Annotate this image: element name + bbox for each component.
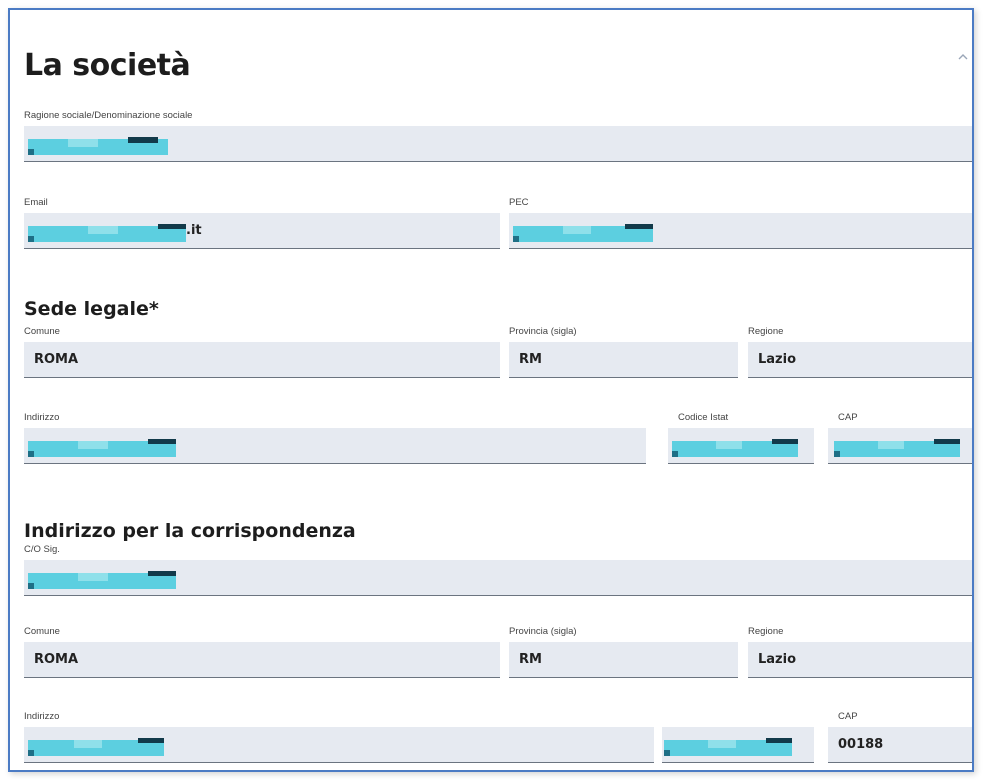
co-input[interactable] <box>24 560 972 596</box>
sede-indirizzo-field: Indirizzo <box>24 412 646 466</box>
redaction-block <box>28 439 176 457</box>
corr-indirizzo-field: Indirizzo <box>24 711 654 765</box>
corr-cap-input[interactable]: 00188 <box>828 727 972 763</box>
email-domain-suffix: .it <box>186 223 202 238</box>
page-title: La società <box>24 48 191 83</box>
redaction-block <box>513 224 653 242</box>
comune-value: ROMA <box>34 652 79 667</box>
comune-label: Comune <box>24 626 60 637</box>
sede-cap-input[interactable] <box>828 428 972 464</box>
pec-input[interactable] <box>509 213 972 249</box>
redaction-block <box>28 738 164 756</box>
corr-civico-input[interactable] <box>662 727 814 763</box>
indirizzo-label: Indirizzo <box>24 412 60 423</box>
email-field: Email .it <box>24 197 500 251</box>
email-label: Email <box>24 197 48 208</box>
sede-cap-field: CAP <box>828 412 972 466</box>
redaction-block <box>672 439 798 457</box>
regione-label: Regione <box>748 326 784 337</box>
sede-comune-input[interactable]: ROMA <box>24 342 500 378</box>
pec-field: PEC <box>509 197 972 251</box>
corrispondenza-heading: Indirizzo per la corrispondenza <box>24 520 356 542</box>
redaction-block <box>28 571 176 589</box>
redaction-block <box>28 224 186 242</box>
corr-indirizzo-input[interactable] <box>24 727 654 763</box>
sede-provincia-field: Provincia (sigla) RM <box>509 326 738 380</box>
chevron-up-icon[interactable] <box>956 50 970 64</box>
regione-value: Lazio <box>758 652 797 667</box>
corr-cap-field: CAP 00188 <box>828 711 972 765</box>
cap-label: CAP <box>838 412 858 423</box>
ragione-sociale-label: Ragione sociale/Denominazione sociale <box>24 110 193 121</box>
regione-value: Lazio <box>758 352 797 367</box>
company-panel: La società Ragione sociale/Denominazione… <box>8 8 974 772</box>
corr-civico-field <box>662 711 814 765</box>
cap-label: CAP <box>838 711 858 722</box>
ragione-sociale-input[interactable] <box>24 126 972 162</box>
provincia-label: Provincia (sigla) <box>509 626 577 637</box>
provincia-value: RM <box>519 652 542 667</box>
co-field: C/O Sig. <box>24 544 972 598</box>
codice-istat-field: Codice Istat <box>668 412 814 466</box>
co-label: C/O Sig. <box>24 544 60 555</box>
redaction-block <box>664 738 792 756</box>
ragione-sociale-field: Ragione sociale/Denominazione sociale <box>24 110 972 164</box>
corr-provincia-field: Provincia (sigla) RM <box>509 626 738 680</box>
email-input[interactable]: .it <box>24 213 500 249</box>
corr-comune-field: Comune ROMA <box>24 626 500 680</box>
corr-regione-input[interactable]: Lazio <box>748 642 972 678</box>
redaction-block <box>28 137 168 155</box>
regione-label: Regione <box>748 626 784 637</box>
comune-label: Comune <box>24 326 60 337</box>
provincia-label: Provincia (sigla) <box>509 326 577 337</box>
pec-label: PEC <box>509 197 529 208</box>
comune-value: ROMA <box>34 352 79 367</box>
sede-provincia-input[interactable]: RM <box>509 342 738 378</box>
sede-comune-field: Comune ROMA <box>24 326 500 380</box>
cap-value: 00188 <box>838 737 884 752</box>
provincia-value: RM <box>519 352 542 367</box>
sede-legale-heading: Sede legale* <box>24 298 159 320</box>
indirizzo-label: Indirizzo <box>24 711 60 722</box>
redaction-block <box>834 439 960 457</box>
corr-regione-field: Regione Lazio <box>748 626 972 680</box>
corr-provincia-input[interactable]: RM <box>509 642 738 678</box>
corr-comune-input[interactable]: ROMA <box>24 642 500 678</box>
codice-istat-label: Codice Istat <box>678 412 729 423</box>
sede-regione-field: Regione Lazio <box>748 326 972 380</box>
codice-istat-input[interactable] <box>668 428 814 464</box>
sede-regione-input[interactable]: Lazio <box>748 342 972 378</box>
sede-indirizzo-input[interactable] <box>24 428 646 464</box>
